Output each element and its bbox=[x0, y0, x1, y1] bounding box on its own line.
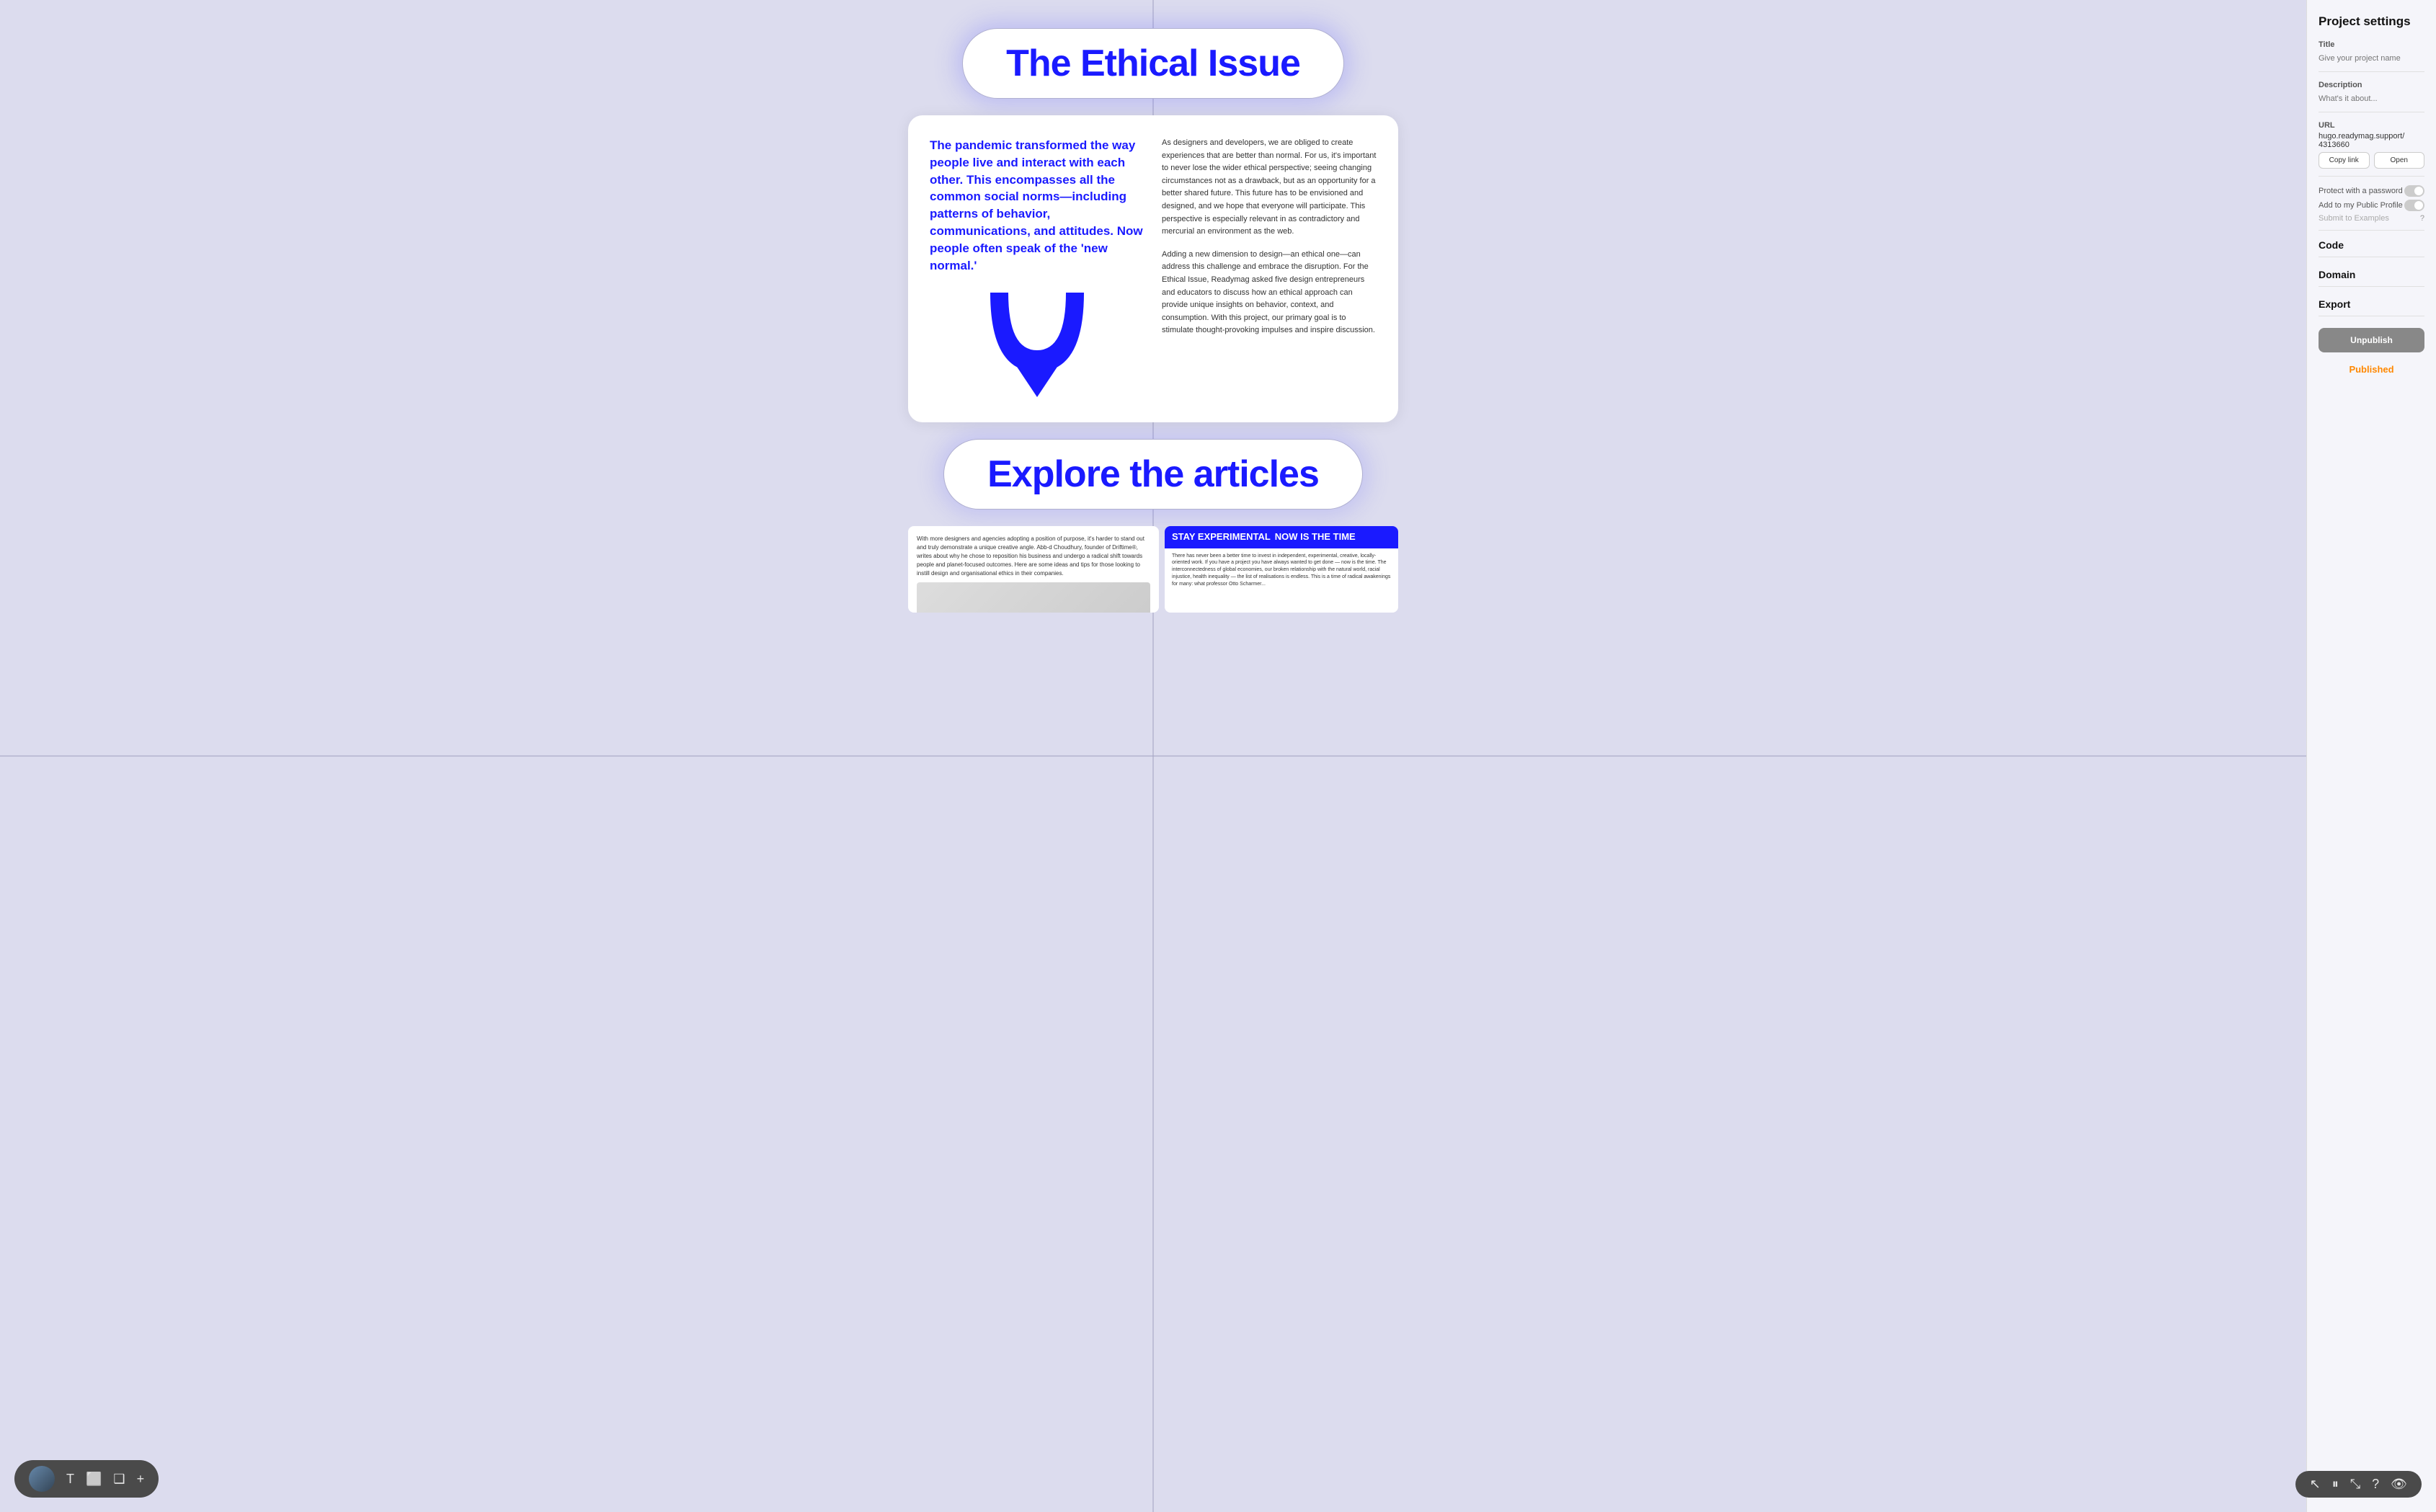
preview-right-text: There has never been a better time to in… bbox=[1172, 553, 1390, 587]
right-para2: Adding a new dimension to design—an ethi… bbox=[1162, 249, 1377, 337]
profile-label: Add to my Public Profile bbox=[2319, 201, 2403, 210]
url-field-label: URL bbox=[2319, 121, 2424, 130]
right-para1: As designers and developers, we are obli… bbox=[1162, 137, 1377, 239]
layers-tool-icon[interactable]: ❑ bbox=[113, 1472, 125, 1487]
explore-pill[interactable]: Explore the articles bbox=[944, 440, 1362, 509]
profile-toggle-row: Add to my Public Profile bbox=[2319, 200, 2424, 211]
protect-toggle-knob bbox=[2414, 187, 2423, 195]
canvas-area: The Ethical Issue The pandemic transform… bbox=[0, 0, 2306, 1512]
protect-toggle-row: Protect with a password bbox=[2319, 185, 2424, 197]
content-block[interactable]: The pandemic transformed the way people … bbox=[908, 115, 1398, 422]
toggles-group: Protect with a password Add to my Public… bbox=[2319, 185, 2424, 231]
profile-toggle[interactable] bbox=[2404, 200, 2424, 211]
stay-experimental-text: STAY EXPERIMENTAL bbox=[1172, 532, 1271, 542]
left-heading: The pandemic transformed the way people … bbox=[930, 137, 1144, 274]
protect-toggle[interactable] bbox=[2404, 185, 2424, 197]
url-btn-row: Copy link Open bbox=[2319, 152, 2424, 169]
url-value: hugo.readymag.support/4313660 bbox=[2319, 132, 2424, 149]
domain-section[interactable]: Domain bbox=[2319, 269, 2424, 287]
question-icon[interactable]: ? bbox=[2420, 214, 2424, 223]
preview-right-body: There has never been a better time to in… bbox=[1165, 548, 1398, 613]
profile-toggle-knob bbox=[2414, 201, 2423, 210]
frame-tool-icon[interactable]: ⬜ bbox=[86, 1472, 102, 1487]
content-left: The pandemic transformed the way people … bbox=[930, 137, 1144, 401]
description-input[interactable] bbox=[2319, 94, 2424, 103]
open-button[interactable]: Open bbox=[2374, 152, 2425, 169]
title-field-label: Title bbox=[2319, 40, 2424, 49]
submit-row: Submit to Examples ? bbox=[2319, 214, 2424, 223]
bottom-right-toolbar: ↖ ⏸ ⤡ ? 👁 bbox=[2295, 1471, 2306, 1498]
title-input[interactable] bbox=[2319, 54, 2424, 63]
arrow-shape bbox=[930, 285, 1144, 401]
submit-label: Submit to Examples bbox=[2319, 214, 2389, 223]
preview-strip: With more designers and agencies adoptin… bbox=[908, 526, 1398, 613]
export-section[interactable]: Export bbox=[2319, 298, 2424, 316]
copy-link-button[interactable]: Copy link bbox=[2319, 152, 2370, 169]
title-pill[interactable]: The Ethical Issue bbox=[963, 29, 1343, 98]
unpublish-button[interactable]: Unpublish bbox=[2319, 328, 2424, 352]
canvas-content: The Ethical Issue The pandemic transform… bbox=[0, 0, 2306, 613]
explore-text: Explore the articles bbox=[987, 453, 1319, 495]
published-status: Published bbox=[2319, 364, 2424, 375]
protect-label: Protect with a password bbox=[2319, 187, 2403, 195]
add-tool-icon[interactable]: + bbox=[137, 1472, 145, 1487]
description-field-label: Description bbox=[2319, 81, 2424, 89]
preview-left: With more designers and agencies adoptin… bbox=[908, 526, 1159, 613]
title-field-group: Title bbox=[2319, 40, 2424, 72]
description-field-group: Description bbox=[2319, 81, 2424, 112]
preview-right: STAY EXPERIMENTAL NOW IS THE TIME There … bbox=[1165, 526, 1398, 613]
bottom-left-toolbar: T ⬜ ❑ + bbox=[14, 1460, 159, 1498]
preview-left-text: With more designers and agencies adoptin… bbox=[917, 535, 1144, 577]
code-section[interactable]: Code bbox=[2319, 239, 2424, 257]
user-avatar[interactable] bbox=[29, 1466, 55, 1492]
preview-right-header: STAY EXPERIMENTAL NOW IS THE TIME bbox=[1165, 526, 1398, 548]
right-panel: Project settings Title Description URL h… bbox=[2306, 0, 2436, 1512]
url-field-group: URL hugo.readymag.support/4313660 Copy l… bbox=[2319, 121, 2424, 177]
now-is-text: NOW IS THE TIME bbox=[1275, 532, 1356, 542]
title-text: The Ethical Issue bbox=[1006, 43, 1300, 84]
content-right: As designers and developers, we are obli… bbox=[1162, 137, 1377, 401]
preview-image bbox=[917, 582, 1150, 613]
panel-title: Project settings bbox=[2319, 14, 2424, 29]
text-tool-icon[interactable]: T bbox=[66, 1472, 74, 1487]
